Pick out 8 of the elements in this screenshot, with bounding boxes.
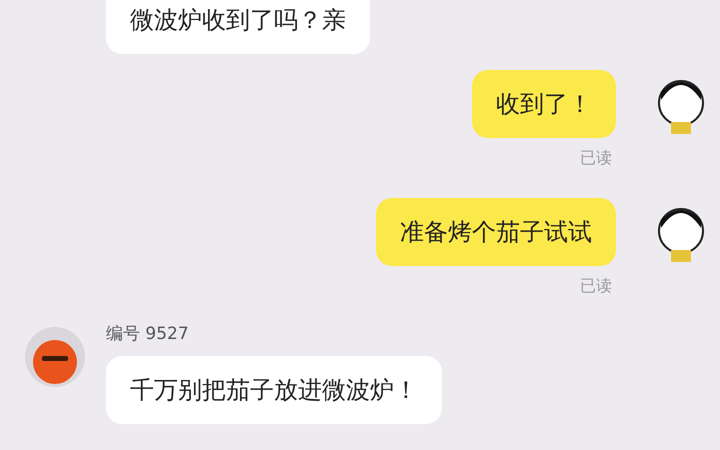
avatar-icon: [24, 326, 86, 388]
message-bubble: 微波炉收到了吗？亲: [106, 0, 370, 54]
message-bubble: 准备烤个茄子试试: [376, 198, 616, 266]
sender-name: 编号 9527: [106, 323, 189, 346]
message-bubble: 收到了！: [472, 70, 616, 138]
message-bubble: 千万别把茄子放进微波炉！: [106, 356, 442, 424]
read-status: 已读: [580, 275, 612, 297]
read-status: 已读: [580, 147, 612, 169]
